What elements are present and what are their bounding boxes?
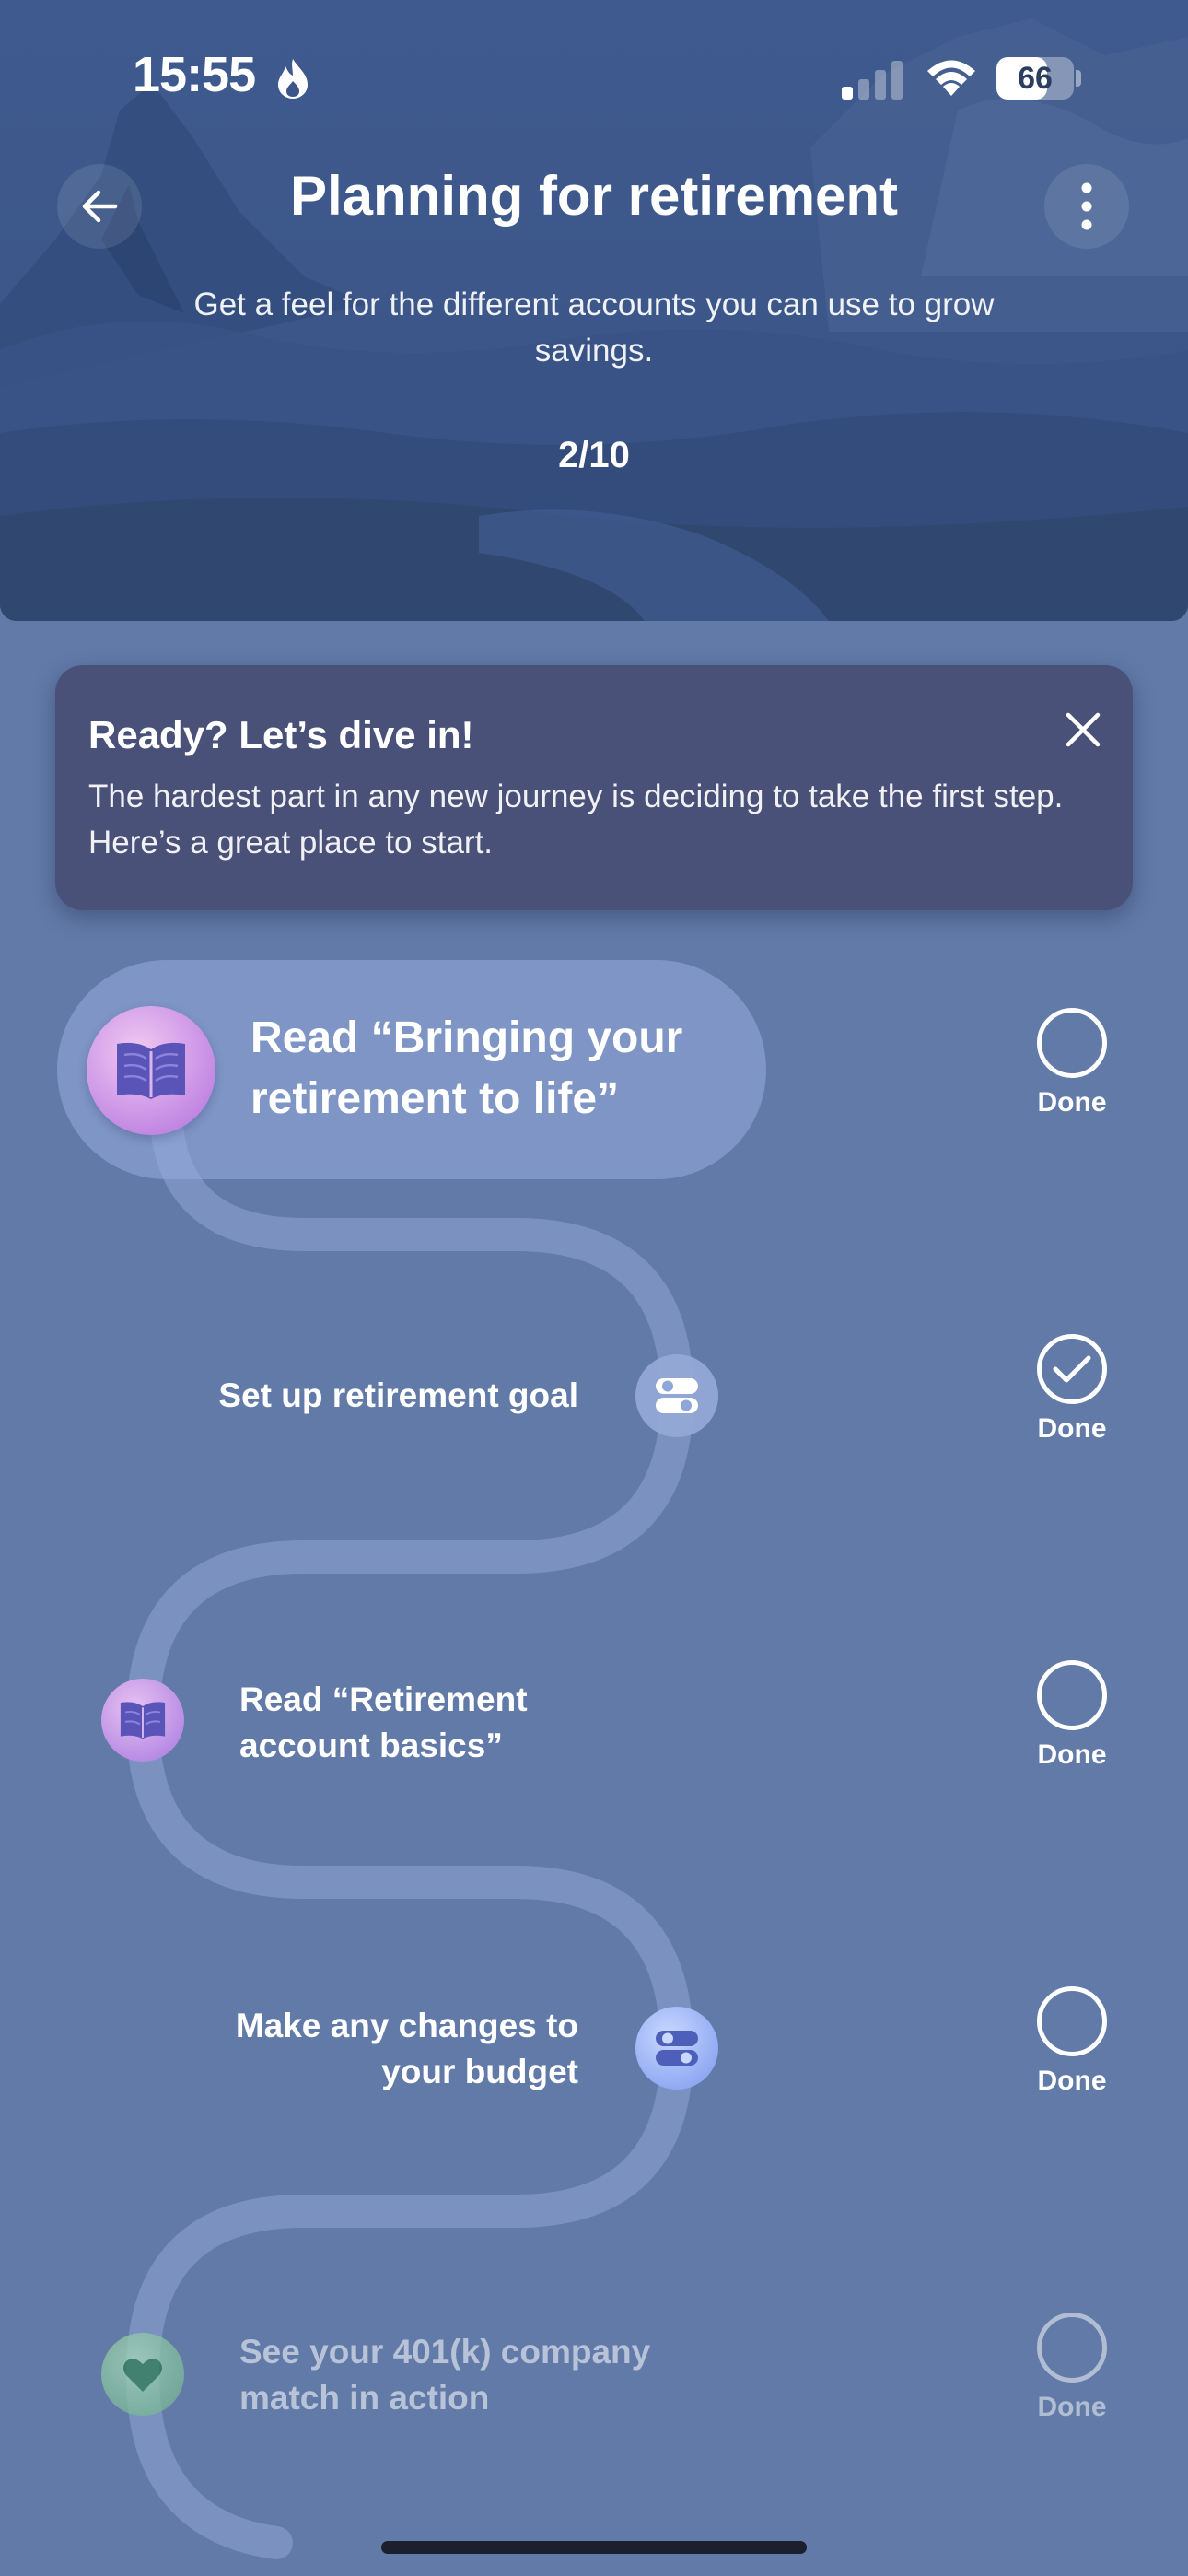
journey-path — [125, 1089, 694, 2559]
done-checkbox[interactable] — [1037, 1660, 1107, 1730]
step-1-icon — [87, 1006, 215, 1135]
step-1-done[interactable]: Done — [1007, 1008, 1136, 1118]
done-label: Done — [1037, 1087, 1107, 1118]
done-label: Done — [1037, 2066, 1107, 2096]
done-label: Done — [1037, 2392, 1107, 2422]
step-3-label[interactable]: Read “Retirement account basics” — [239, 1677, 626, 1769]
book-icon — [117, 1042, 185, 1099]
step-4-label[interactable]: Make any changes to your budget — [184, 2003, 578, 2095]
heart-icon — [123, 2359, 162, 2392]
step-3-done[interactable]: Done — [1007, 1660, 1136, 1771]
step-2-label[interactable]: Set up retirement goal — [184, 1373, 578, 1419]
done-label: Done — [1037, 1739, 1107, 1770]
done-checkbox[interactable] — [1037, 2313, 1107, 2383]
step-5-done[interactable]: Done — [1007, 2313, 1136, 2423]
home-indicator[interactable] — [381, 2541, 807, 2554]
done-checkbox-checked[interactable] — [1037, 1334, 1107, 1404]
step-1-label[interactable]: Read “Bringing your retirement to life” — [250, 1008, 766, 1130]
step-3-icon[interactable] — [101, 1679, 184, 1762]
step-2-done[interactable]: Done — [1007, 1334, 1136, 1445]
done-label: Done — [1037, 1413, 1107, 1444]
step-4-icon[interactable] — [635, 2007, 718, 2090]
toggle-icon — [656, 2031, 698, 2066]
done-checkbox[interactable] — [1037, 1986, 1107, 2056]
checkmark-icon — [1053, 1355, 1091, 1383]
step-5-label[interactable]: See your 401(k) company match in action — [239, 2329, 755, 2421]
done-checkbox[interactable] — [1037, 1008, 1107, 1078]
step-5-icon[interactable] — [101, 2333, 184, 2416]
step-2-icon[interactable] — [635, 1354, 718, 1437]
step-4-done[interactable]: Done — [1007, 1986, 1136, 2097]
toggle-icon — [656, 1378, 698, 1413]
book-icon — [120, 1702, 166, 1739]
